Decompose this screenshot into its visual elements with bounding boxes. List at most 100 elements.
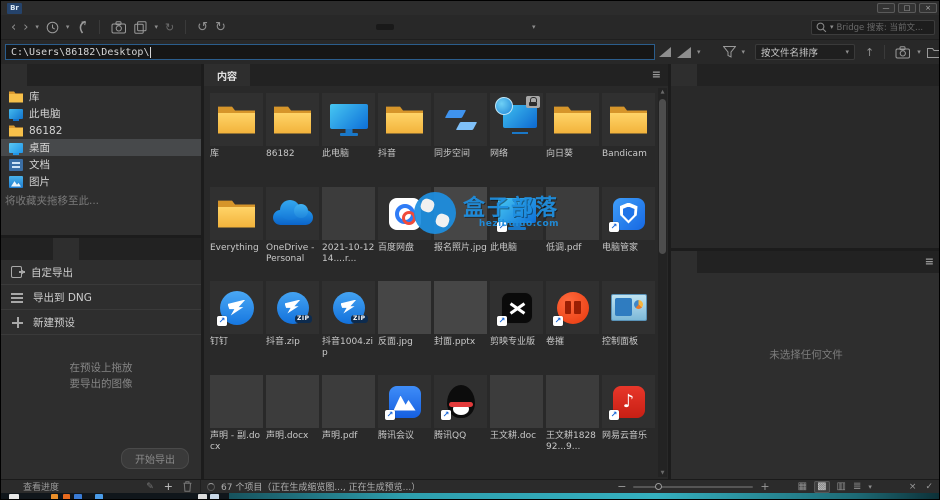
file-item[interactable]: 钉钉 bbox=[210, 281, 263, 367]
favorites-item[interactable]: 此电脑 bbox=[1, 105, 201, 122]
file-item[interactable]: 控制面板 bbox=[602, 281, 655, 367]
back-icon[interactable]: ‹ bbox=[11, 22, 16, 33]
detail-view-icon[interactable]: ▥ bbox=[837, 482, 846, 492]
sync-icon[interactable]: ↻ bbox=[165, 22, 174, 33]
file-item[interactable]: 抖音.zip bbox=[266, 281, 319, 367]
reject-icon[interactable]: × bbox=[909, 482, 917, 492]
file-item[interactable]: Bandicam bbox=[602, 93, 655, 179]
workspace-tab[interactable] bbox=[376, 24, 394, 30]
workspace-tab[interactable] bbox=[428, 24, 446, 30]
zoom-out-icon[interactable]: − bbox=[617, 480, 626, 493]
path-input[interactable]: C:\Users\86182\Desktop\ bbox=[5, 44, 655, 60]
workspace-tab[interactable] bbox=[480, 24, 498, 30]
add-preset-icon[interactable]: + bbox=[164, 480, 173, 493]
export-action[interactable]: 自定导出 bbox=[1, 260, 201, 285]
forward-icon[interactable]: › bbox=[23, 22, 28, 33]
file-item[interactable]: 此电脑 bbox=[490, 187, 543, 273]
minimize-button[interactable]: — bbox=[877, 3, 895, 13]
file-item[interactable]: 封面.pptx bbox=[434, 281, 487, 367]
favorites-item[interactable]: 库 bbox=[1, 88, 201, 105]
rating-ramp-icon[interactable] bbox=[659, 47, 671, 57]
rating-dropdown-icon[interactable]: ▾ bbox=[697, 48, 701, 56]
export-action[interactable]: 新建预设 bbox=[1, 310, 201, 335]
nav-dropdown-icon[interactable]: ▾ bbox=[35, 23, 39, 31]
file-item[interactable]: 网易云音乐 bbox=[602, 375, 655, 461]
import-camera-icon[interactable] bbox=[895, 46, 911, 59]
file-item[interactable]: 剪映专业版 bbox=[490, 281, 543, 367]
search-input[interactable]: ▾ Bridge 搜索: 当前文... bbox=[811, 20, 935, 35]
panel-tab[interactable] bbox=[1, 238, 27, 260]
file-item[interactable]: 反面.jpg bbox=[378, 281, 431, 367]
file-item[interactable]: 此电脑 bbox=[322, 93, 375, 179]
file-item[interactable]: 腾讯会议 bbox=[378, 375, 431, 461]
file-item[interactable]: 声明.pdf bbox=[322, 375, 375, 461]
scrollbar-thumb[interactable] bbox=[659, 99, 666, 254]
file-item[interactable]: 向日葵 bbox=[546, 93, 599, 179]
file-item[interactable]: 声明.docx bbox=[266, 375, 319, 461]
thumbnail-view-active[interactable]: ▩ bbox=[814, 481, 829, 493]
filter-funnel-icon[interactable] bbox=[723, 46, 736, 58]
thumbnail-size-slider[interactable] bbox=[633, 486, 753, 488]
panel-tab[interactable] bbox=[53, 238, 79, 260]
new-folder-icon[interactable] bbox=[927, 46, 940, 58]
start-export-button[interactable]: 开始导出 bbox=[121, 448, 189, 469]
file-item[interactable]: 抖音1004.zip bbox=[322, 281, 375, 367]
panel-menu-icon[interactable]: ≡ bbox=[652, 64, 668, 86]
panel-tab[interactable] bbox=[671, 251, 697, 273]
approve-icon[interactable]: ✓ bbox=[925, 482, 933, 492]
undo-icon[interactable]: ↺ bbox=[197, 22, 208, 33]
maximize-button[interactable]: □ bbox=[898, 3, 916, 13]
view-progress-label[interactable]: 查看进度 bbox=[23, 480, 59, 493]
redo-icon[interactable]: ↻ bbox=[215, 22, 226, 33]
panel-tab[interactable] bbox=[697, 251, 723, 273]
move-copy-icon[interactable] bbox=[134, 21, 147, 34]
grid-view-icon[interactable]: ▦ bbox=[798, 482, 807, 492]
recent-clock-icon[interactable] bbox=[46, 21, 59, 34]
file-item[interactable]: 同步空间 bbox=[434, 93, 487, 179]
file-item[interactable]: 声明 - 副.docx bbox=[210, 375, 263, 461]
file-item[interactable]: 抖音 bbox=[378, 93, 431, 179]
list-view-icon[interactable]: ≣ bbox=[853, 482, 861, 492]
content-scrollbar[interactable]: ▲ ▼ bbox=[658, 88, 667, 477]
favorites-item[interactable]: 桌面 bbox=[1, 139, 201, 156]
favorites-item[interactable]: 图片 bbox=[1, 173, 201, 190]
workspace-tab[interactable] bbox=[454, 24, 472, 30]
file-item[interactable]: Everything bbox=[210, 187, 263, 273]
file-item[interactable]: 腾讯QQ bbox=[434, 375, 487, 461]
filter-dropdown-icon[interactable]: ▾ bbox=[742, 48, 746, 56]
scroll-down-icon[interactable]: ▼ bbox=[658, 469, 667, 477]
close-button[interactable]: × bbox=[919, 3, 937, 13]
sort-ascending-icon[interactable]: ↑ bbox=[865, 47, 874, 58]
panel-tab[interactable] bbox=[697, 64, 723, 86]
file-item[interactable]: 86182 bbox=[266, 93, 319, 179]
boomerang-icon[interactable] bbox=[76, 20, 88, 34]
file-item[interactable]: 库 bbox=[210, 93, 263, 179]
slider-thumb[interactable] bbox=[655, 483, 662, 490]
workspace-tab[interactable] bbox=[506, 24, 524, 30]
workspace-tab[interactable] bbox=[402, 24, 420, 30]
file-item[interactable]: 报名照片.jpg bbox=[434, 187, 487, 273]
view-dropdown-icon[interactable]: ▾ bbox=[868, 483, 872, 491]
content-tab[interactable]: 内容 bbox=[204, 64, 250, 86]
panel-tab[interactable] bbox=[27, 64, 53, 86]
panel-tab[interactable] bbox=[79, 238, 105, 260]
get-photos-camera-icon[interactable] bbox=[111, 21, 127, 34]
favorites-item[interactable]: 文档 bbox=[1, 156, 201, 173]
export-action[interactable]: 导出到 DNG bbox=[1, 285, 201, 310]
edit-pencil-icon[interactable]: ✎ bbox=[146, 482, 154, 492]
workspace-more-icon[interactable]: ▾ bbox=[532, 23, 536, 31]
delete-preset-trash-icon[interactable] bbox=[183, 481, 192, 492]
scroll-up-icon[interactable]: ▲ bbox=[658, 88, 667, 96]
file-item[interactable]: 王文耕182892...9... bbox=[546, 375, 599, 461]
copy-dropdown-icon[interactable]: ▾ bbox=[154, 23, 158, 31]
file-item[interactable]: 电脑管家 bbox=[602, 187, 655, 273]
panel-menu-icon[interactable]: ≡ bbox=[925, 251, 940, 273]
panel-tab[interactable] bbox=[671, 64, 697, 86]
panel-tab[interactable] bbox=[27, 238, 53, 260]
file-item[interactable]: 网络 bbox=[490, 93, 543, 179]
file-item[interactable]: 2021-10-12 14....r... bbox=[322, 187, 375, 273]
zoom-in-icon[interactable]: + bbox=[760, 480, 769, 493]
favorites-item[interactable]: 86182 bbox=[1, 122, 201, 139]
sort-select[interactable]: 按文件名排序 ▾ bbox=[755, 44, 855, 60]
file-item[interactable]: 低调.pdf bbox=[546, 187, 599, 273]
